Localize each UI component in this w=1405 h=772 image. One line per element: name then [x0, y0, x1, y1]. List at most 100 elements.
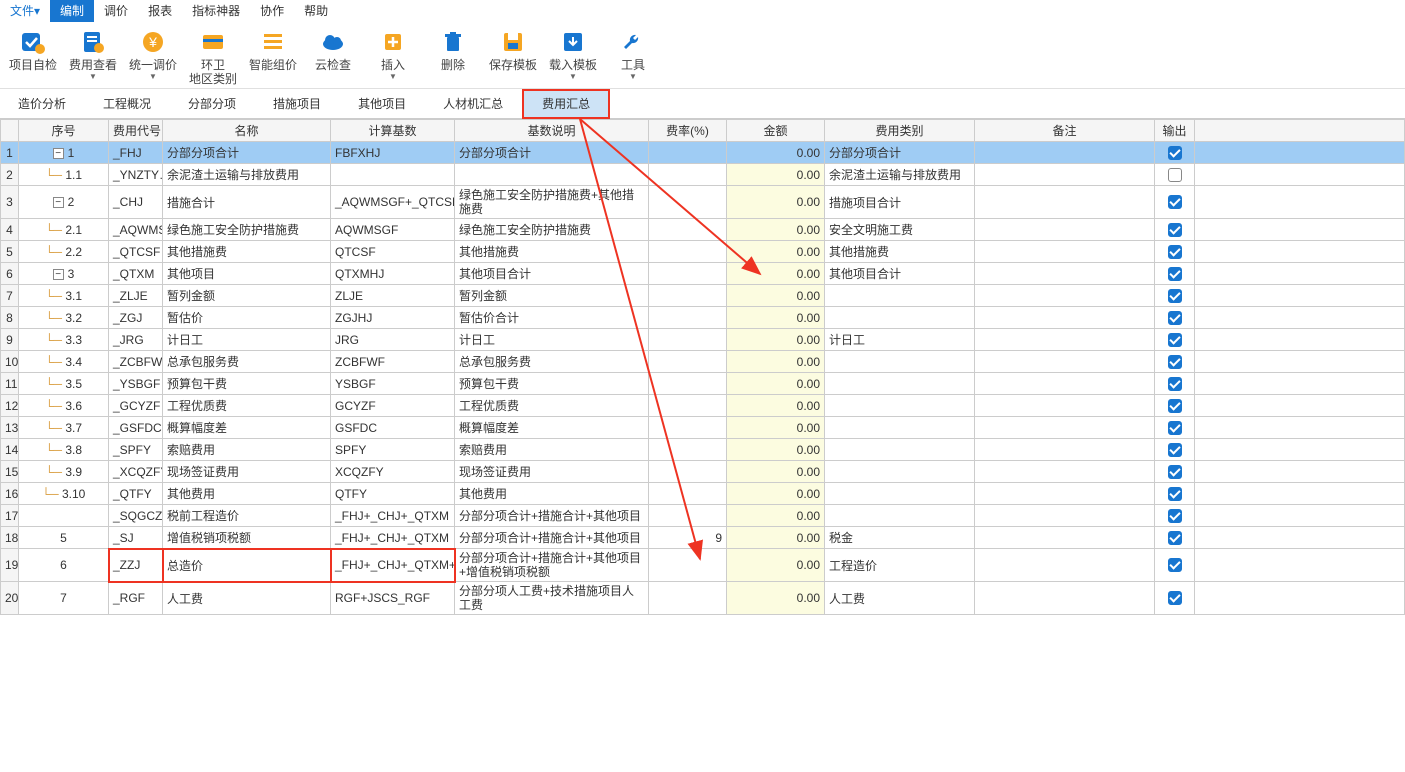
cell-name[interactable]: 总承包服务费 — [163, 351, 331, 373]
grid-row[interactable]: 207_RGF人工费RGF+JSCS_RGF分部分项人工费+技术措施项目人工费0… — [1, 582, 1405, 615]
cell-category[interactable]: 其他项目合计 — [825, 263, 975, 285]
cell-seq[interactable]: └─ 2.2 — [19, 241, 109, 263]
tool-delete[interactable]: 删除 — [428, 28, 478, 72]
cell-rate[interactable] — [649, 164, 727, 186]
cell-amount[interactable]: 0.00 — [727, 439, 825, 461]
cell-amount[interactable]: 0.00 — [727, 395, 825, 417]
cell-formula[interactable] — [331, 164, 455, 186]
cell-remark[interactable] — [975, 307, 1155, 329]
cell-code[interactable]: _CHJ — [109, 186, 163, 219]
cell-seq[interactable] — [19, 505, 109, 527]
cell-rate[interactable] — [649, 417, 727, 439]
output-checkbox[interactable] — [1168, 487, 1182, 501]
cell-amount[interactable]: 0.00 — [727, 263, 825, 285]
output-checkbox[interactable] — [1168, 333, 1182, 347]
output-checkbox[interactable] — [1168, 168, 1182, 182]
hdr-remark[interactable]: 备注 — [975, 120, 1155, 142]
cell-category[interactable] — [825, 307, 975, 329]
cell-seq[interactable]: └─ 3.5 — [19, 373, 109, 395]
output-checkbox[interactable] — [1168, 311, 1182, 325]
cell-seq[interactable]: └─ 3.6 — [19, 395, 109, 417]
menu-file[interactable]: 文件▾ — [0, 0, 50, 22]
cell-seq[interactable]: └─ 3.1 — [19, 285, 109, 307]
cell-code[interactable]: _ZGJ — [109, 307, 163, 329]
cell-rate[interactable] — [649, 285, 727, 307]
cell-output[interactable] — [1155, 527, 1195, 549]
cell-remark[interactable] — [975, 351, 1155, 373]
cell-remark[interactable] — [975, 505, 1155, 527]
cell-basis[interactable]: 总承包服务费 — [455, 351, 649, 373]
cell-formula[interactable]: ZLJE — [331, 285, 455, 307]
tool-insert[interactable]: 插入▼ — [368, 28, 418, 81]
cell-name[interactable]: 分部分项合计 — [163, 142, 331, 164]
cell-remark[interactable] — [975, 186, 1155, 219]
cell-formula[interactable]: GCYZF — [331, 395, 455, 417]
cell-name[interactable]: 余泥渣土运输与排放费用 — [163, 164, 331, 186]
cell-remark[interactable] — [975, 373, 1155, 395]
output-checkbox[interactable] — [1168, 465, 1182, 479]
cell-code[interactable]: _SQGCZJ — [109, 505, 163, 527]
tool-save-tpl[interactable]: 保存模板 — [488, 28, 538, 72]
output-checkbox[interactable] — [1168, 289, 1182, 303]
cell-category[interactable] — [825, 439, 975, 461]
grid-row[interactable]: 12└─ 3.6_GCYZF工程优质费GCYZF工程优质费0.00 — [1, 395, 1405, 417]
cell-remark[interactable] — [975, 439, 1155, 461]
grid-row[interactable]: 16└─ 3.10_QTFY其他费用QTFY其他费用0.00 — [1, 483, 1405, 505]
cell-name[interactable]: 总造价 — [163, 549, 331, 582]
cell-seq[interactable]: 7 — [19, 582, 109, 615]
cell-name[interactable]: 预算包干费 — [163, 373, 331, 395]
cell-output[interactable] — [1155, 351, 1195, 373]
hdr-code[interactable]: 费用代号 — [109, 120, 163, 142]
hdr-out[interactable]: 输出 — [1155, 120, 1195, 142]
tool-area-type[interactable]: 环卫 地区类别 — [188, 28, 238, 86]
cell-name[interactable]: 索赔费用 — [163, 439, 331, 461]
hdr-rate[interactable]: 费率(%) — [649, 120, 727, 142]
cell-output[interactable] — [1155, 329, 1195, 351]
tab-other[interactable]: 其他项目 — [340, 90, 425, 118]
cell-name[interactable]: 措施合计 — [163, 186, 331, 219]
cell-basis[interactable]: 其他费用 — [455, 483, 649, 505]
fee-grid[interactable]: 序号 费用代号 名称 计算基数 基数说明 费率(%) 金额 费用类别 备注 输出… — [0, 119, 1405, 615]
cell-category[interactable] — [825, 285, 975, 307]
output-checkbox[interactable] — [1168, 223, 1182, 237]
cell-amount[interactable]: 0.00 — [727, 582, 825, 615]
cell-basis[interactable]: 绿色施工安全防护措施费 — [455, 219, 649, 241]
cell-formula[interactable]: QTFY — [331, 483, 455, 505]
tab-fee-summary[interactable]: 费用汇总 — [522, 89, 610, 119]
grid-row[interactable]: 10└─ 3.4_ZCBFWF总承包服务费ZCBFWF总承包服务费0.00 — [1, 351, 1405, 373]
grid-row[interactable]: 8└─ 3.2_ZGJ暂估价ZGJHJ暂估价合计0.00 — [1, 307, 1405, 329]
cell-output[interactable] — [1155, 219, 1195, 241]
cell-basis[interactable]: 其他项目合计 — [455, 263, 649, 285]
grid-row[interactable]: 3−2_CHJ措施合计_AQWMSGF+_QTCSF绿色施工安全防护措施费+其他… — [1, 186, 1405, 219]
cell-name[interactable]: 暂列金额 — [163, 285, 331, 307]
cell-basis[interactable] — [455, 164, 649, 186]
hdr-formula[interactable]: 计算基数 — [331, 120, 455, 142]
cell-output[interactable] — [1155, 582, 1195, 615]
cell-remark[interactable] — [975, 241, 1155, 263]
cell-category[interactable] — [825, 395, 975, 417]
cell-code[interactable]: _YSBGF — [109, 373, 163, 395]
cell-seq[interactable]: └─ 3.8 — [19, 439, 109, 461]
cell-rate[interactable] — [649, 186, 727, 219]
cell-rate[interactable] — [649, 263, 727, 285]
hdr-amt[interactable]: 金额 — [727, 120, 825, 142]
cell-formula[interactable]: RGF+JSCS_RGF — [331, 582, 455, 615]
cell-name[interactable]: 人工费 — [163, 582, 331, 615]
cell-category[interactable]: 计日工 — [825, 329, 975, 351]
cell-rate[interactable] — [649, 439, 727, 461]
cell-code[interactable]: _GSFDC — [109, 417, 163, 439]
cell-code[interactable]: _RGF — [109, 582, 163, 615]
cell-amount[interactable]: 0.00 — [727, 417, 825, 439]
cell-code[interactable]: _QTFY — [109, 483, 163, 505]
output-checkbox[interactable] — [1168, 245, 1182, 259]
cell-rate[interactable] — [649, 142, 727, 164]
cell-category[interactable]: 其他措施费 — [825, 241, 975, 263]
cell-formula[interactable]: QTCSF — [331, 241, 455, 263]
cell-amount[interactable]: 0.00 — [727, 373, 825, 395]
output-checkbox[interactable] — [1168, 591, 1182, 605]
cell-code[interactable]: _ZZJ — [109, 549, 163, 582]
cell-category[interactable]: 分部分项合计 — [825, 142, 975, 164]
cell-basis[interactable]: 索赔费用 — [455, 439, 649, 461]
cell-amount[interactable]: 0.00 — [727, 219, 825, 241]
cell-formula[interactable]: AQWMSGF — [331, 219, 455, 241]
